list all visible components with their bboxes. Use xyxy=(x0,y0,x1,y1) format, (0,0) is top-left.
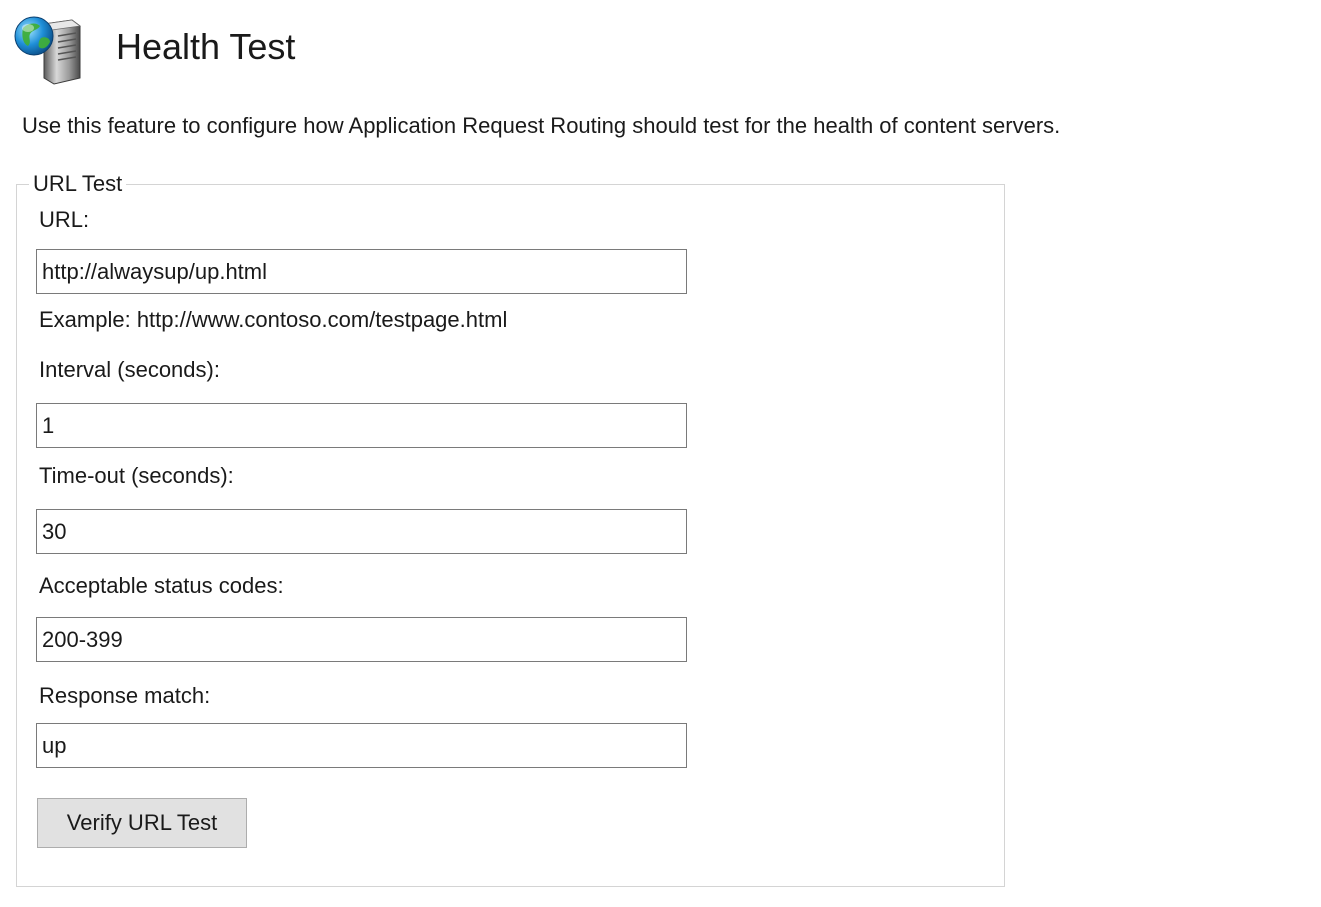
interval-input[interactable] xyxy=(36,403,687,448)
status-codes-input[interactable] xyxy=(36,617,687,662)
globe-server-icon xyxy=(14,16,82,85)
status-codes-label: Acceptable status codes: xyxy=(39,573,284,598)
timeout-label: Time-out (seconds): xyxy=(39,463,234,488)
url-label: URL: xyxy=(39,207,90,232)
verify-url-test-button[interactable]: Verify URL Test xyxy=(37,798,247,848)
url-test-groupbox: URL Test URL: Example: http://www.contos… xyxy=(16,170,1005,887)
url-test-legend: URL Test xyxy=(29,170,127,198)
page-title: Health Test xyxy=(116,26,296,67)
url-input[interactable] xyxy=(36,249,687,294)
interval-label: Interval (seconds): xyxy=(39,357,220,382)
response-match-input[interactable] xyxy=(36,723,687,768)
response-match-label: Response match: xyxy=(39,683,211,708)
health-test-page: Health Test Use this feature to configur… xyxy=(0,0,1321,907)
url-example-hint: Example: http://www.contoso.com/testpage… xyxy=(39,307,508,332)
page-header xyxy=(14,14,82,86)
timeout-input[interactable] xyxy=(36,509,687,554)
feature-description: Use this feature to configure how Applic… xyxy=(22,113,1061,138)
